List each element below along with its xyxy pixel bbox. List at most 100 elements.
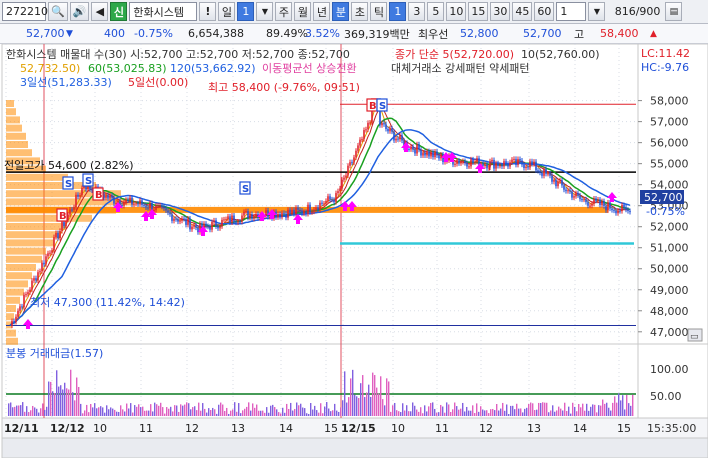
- interval-5[interactable]: 5: [427, 2, 445, 21]
- candle-body: [303, 211, 305, 214]
- volume-bar: [442, 406, 444, 416]
- candle-body: [597, 199, 599, 201]
- chart-scrollbar[interactable]: [1, 437, 708, 459]
- volume-bar: [176, 405, 178, 416]
- volume-bar: [332, 410, 334, 416]
- volume-bar: [196, 410, 198, 416]
- volume-bar: [366, 392, 368, 416]
- stock-name-field[interactable]: 한화시스템: [129, 2, 198, 21]
- period-tick[interactable]: 틱: [370, 2, 388, 21]
- chart-canvas[interactable]: S SBBSB S 58,00057,00056,00055,00054,00053…: [0, 43, 708, 459]
- candle-body: [297, 207, 299, 210]
- volume-bar: [20, 405, 22, 416]
- volume-profile-bar: [6, 288, 24, 296]
- candle-body: [581, 199, 583, 201]
- chart-area[interactable]: SSBBSBS 58,000 57,000 56,000 55,000 54,000 53…: [0, 43, 708, 459]
- settings-icon[interactable]: ▤: [665, 2, 683, 21]
- volume-bar: [178, 411, 180, 416]
- volume-bar: [368, 384, 370, 416]
- candle-body: [211, 222, 213, 230]
- period-day-number[interactable]: 1: [237, 2, 255, 21]
- candle-body: [603, 201, 605, 207]
- volume-bar: [522, 412, 524, 416]
- volume-icon[interactable]: 🔊: [69, 2, 90, 21]
- candle-body: [55, 233, 57, 238]
- candle-body: [430, 151, 432, 157]
- volume-bar: [520, 408, 522, 416]
- period-year[interactable]: 년: [313, 2, 331, 21]
- search-icon[interactable]: 🔍: [48, 2, 68, 21]
- stock-code-input[interactable]: 272210 ▼: [2, 2, 55, 21]
- candle-body: [391, 128, 393, 132]
- volume-bar: [514, 409, 516, 416]
- period-month[interactable]: 월: [294, 2, 312, 21]
- interval-15[interactable]: 15: [468, 2, 489, 21]
- volume-bar: [390, 411, 392, 416]
- interval-45[interactable]: 45: [512, 2, 533, 21]
- candle-body: [135, 203, 137, 205]
- candle-body: [33, 278, 35, 281]
- volume-profile-bar: [6, 141, 28, 148]
- candle-body: [369, 122, 371, 124]
- candle-body: [557, 181, 559, 187]
- volume-bar: [160, 402, 162, 416]
- interval-3[interactable]: 3: [408, 2, 426, 21]
- volume-bar: [216, 413, 218, 416]
- volume-bar: [454, 402, 456, 416]
- volume-bar: [466, 406, 468, 416]
- candle-body: [341, 179, 343, 189]
- amount-value: 369,319백만: [344, 27, 410, 41]
- interval-10[interactable]: 10: [446, 2, 467, 21]
- volume-bar: [144, 410, 146, 416]
- volume-profile-bar: [6, 231, 61, 239]
- period-day-button[interactable]: 일: [218, 2, 236, 21]
- candle-body: [393, 131, 395, 141]
- candle-body: [231, 215, 233, 223]
- candle-body: [265, 210, 267, 216]
- candle-body: [61, 221, 63, 231]
- candle-body: [609, 202, 611, 209]
- candle-body: [428, 151, 430, 157]
- volume-bar: [608, 407, 610, 416]
- prev-icon[interactable]: ◀: [91, 2, 109, 21]
- count-dropdown-icon[interactable]: ▼: [588, 2, 606, 21]
- candle-body: [426, 151, 428, 156]
- candle-body: [31, 280, 33, 290]
- volume-bar: [82, 413, 84, 416]
- volume-bar: [528, 403, 530, 416]
- volume-bar: [86, 404, 88, 416]
- candle-body: [255, 213, 257, 217]
- clock: 15:35:00: [647, 422, 696, 435]
- volume-bar: [592, 404, 594, 416]
- volume-bar: [618, 393, 620, 416]
- candle-body: [438, 155, 440, 159]
- candle-body: [432, 151, 434, 158]
- volume-bar: [308, 413, 310, 416]
- candle-body: [553, 179, 555, 182]
- interval-30[interactable]: 30: [490, 2, 511, 21]
- candle-body: [305, 211, 307, 214]
- volume-bar: [22, 402, 24, 416]
- info-button[interactable]: !: [199, 2, 217, 21]
- volume-bar: [364, 397, 366, 416]
- volume-bar: [70, 369, 72, 416]
- candle-body: [422, 152, 424, 156]
- new-listing-badge: 신: [110, 2, 128, 21]
- period-second[interactable]: 초: [351, 2, 369, 21]
- interval-60[interactable]: 60: [534, 2, 555, 21]
- volume-bar: [256, 404, 258, 416]
- candle-body: [317, 207, 319, 210]
- period-minute[interactable]: 분: [332, 2, 350, 21]
- candle-body: [361, 139, 363, 141]
- chevron-down-icon[interactable]: ▼: [256, 2, 274, 21]
- period-week[interactable]: 주: [275, 2, 293, 21]
- candle-body: [23, 294, 25, 308]
- volume-bar: [576, 411, 578, 416]
- count-input[interactable]: 1: [556, 2, 587, 21]
- volume-bar: [36, 408, 38, 416]
- candle-body: [325, 200, 327, 204]
- interval-1[interactable]: 1: [389, 2, 407, 21]
- candle-body: [145, 205, 147, 208]
- volume-bar: [78, 386, 80, 416]
- volume-bar: [414, 405, 416, 416]
